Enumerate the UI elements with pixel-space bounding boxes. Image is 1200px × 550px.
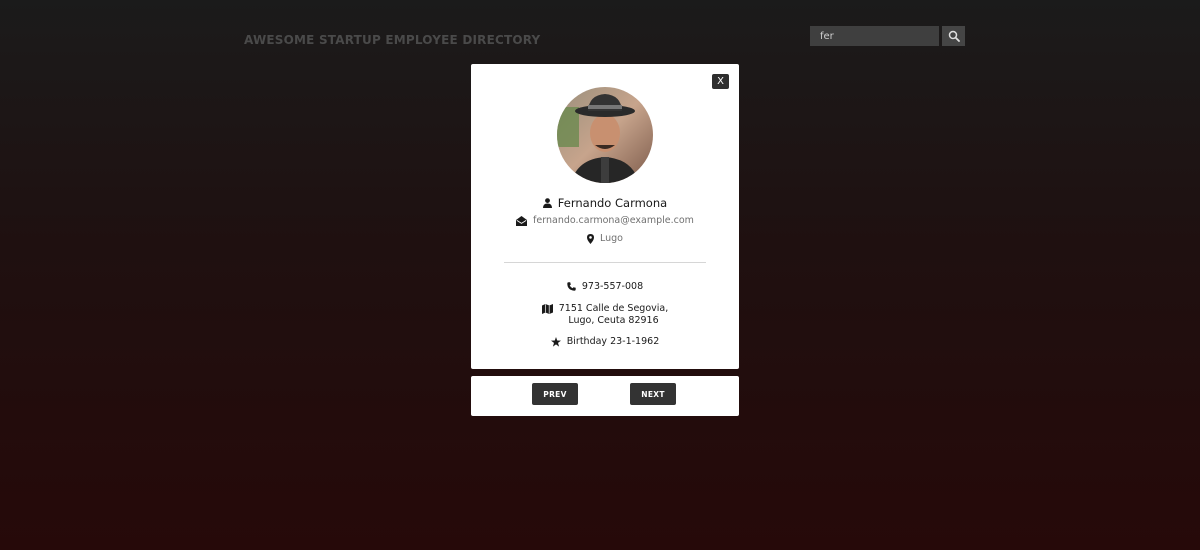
divider: [504, 262, 706, 263]
address-row: 7151 Calle de Segovia, Lugo, Ceuta 82916: [471, 303, 739, 327]
address-line-2: Lugo, Ceuta 82916: [568, 315, 659, 326]
employee-modal: X Fernando Carmona fernando.carmona@exam…: [471, 64, 739, 369]
search-input[interactable]: [810, 26, 939, 46]
phone-icon: [567, 282, 576, 291]
email-row: fernando.carmona@example.com: [471, 215, 739, 226]
employee-name: Fernando Carmona: [557, 196, 668, 210]
employee-birthday: Birthday 23-1-1962: [566, 336, 660, 347]
employee-phone: 973-557-008: [581, 281, 644, 292]
app-title: AWESOME STARTUP EMPLOYEE DIRECTORY: [244, 33, 541, 47]
navigation-bar: PREV NEXT: [471, 376, 739, 416]
employee-email: fernando.carmona@example.com: [533, 215, 694, 226]
star-icon: [550, 336, 561, 347]
avatar: [557, 87, 653, 183]
prev-button[interactable]: PREV: [532, 383, 578, 405]
map-marker-icon: [587, 233, 594, 244]
city-row: Lugo: [471, 233, 739, 244]
map-icon: [541, 304, 553, 314]
user-icon: [542, 198, 552, 208]
search-button[interactable]: [942, 26, 965, 46]
employee-city: Lugo: [600, 233, 623, 244]
birthday-row: Birthday 23-1-1962: [471, 336, 739, 347]
close-button[interactable]: X: [712, 74, 729, 89]
phone-row: 973-557-008: [471, 281, 739, 292]
name-row: Fernando Carmona: [471, 196, 739, 210]
envelope-open-icon: [516, 215, 528, 226]
next-button[interactable]: NEXT: [630, 383, 676, 405]
magnifier-icon: [948, 30, 960, 42]
address-line-1: 7151 Calle de Segovia,: [558, 303, 669, 314]
